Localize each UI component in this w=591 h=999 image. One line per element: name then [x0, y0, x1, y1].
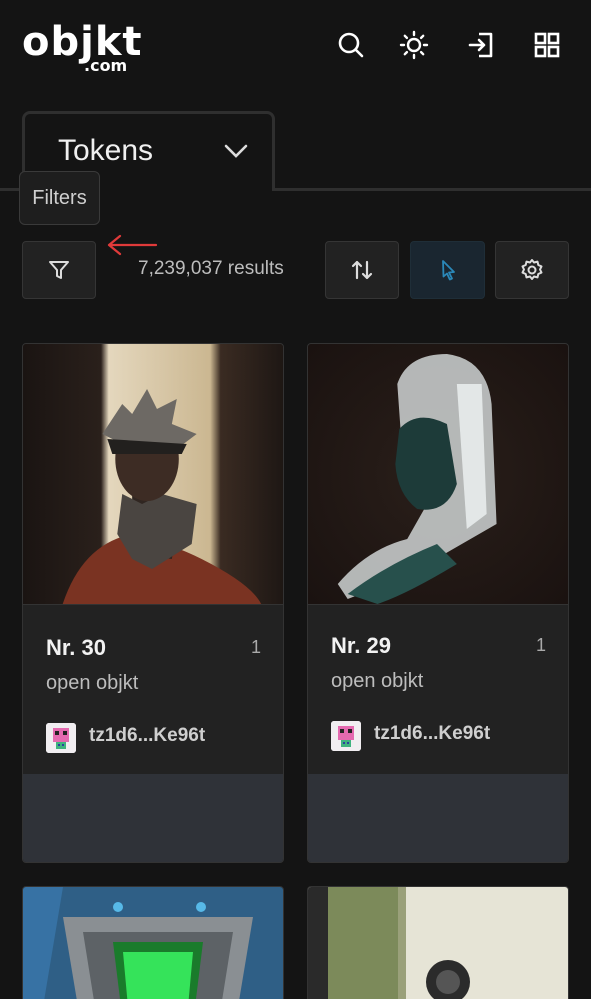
results-count: 7,239,037 results [138, 258, 284, 279]
filter-button[interactable] [22, 241, 96, 299]
token-info: Nr. 30 1 open objkt tz1d6...Ke96t [23, 604, 283, 774]
sort-button[interactable] [325, 241, 399, 299]
objkt-logo[interactable]: objkt .com [22, 20, 147, 75]
edition-count: 1 [535, 635, 546, 655]
settings-button[interactable] [495, 241, 569, 299]
creator-address[interactable]: tz1d6...Ke96t [374, 723, 490, 745]
gear-icon [521, 259, 543, 280]
sort-icon [351, 260, 373, 280]
select-mode-button[interactable] [410, 241, 485, 299]
token-image [23, 887, 283, 999]
cursor-icon [441, 260, 455, 281]
token-image [23, 344, 283, 604]
search-icon[interactable] [334, 28, 368, 62]
token-card[interactable] [22, 886, 284, 999]
tab-tokens-label: Tokens [58, 134, 154, 167]
token-image [308, 344, 568, 604]
filters-tooltip: Filters [19, 171, 100, 225]
token-type: open objkt [331, 670, 424, 692]
filter-icon [49, 261, 69, 279]
logo-domain: .com [84, 56, 128, 75]
creator-address[interactable]: tz1d6...Ke96t [89, 725, 205, 747]
apps-grid-icon[interactable] [530, 28, 564, 62]
avatar[interactable] [331, 721, 361, 751]
token-type: open objkt [46, 672, 139, 694]
avatar[interactable] [46, 723, 76, 753]
login-icon[interactable] [464, 28, 498, 62]
token-title[interactable]: Nr. 30 [46, 635, 106, 661]
arrow-annotation-icon [107, 234, 158, 256]
token-card[interactable]: Nr. 29 1 open objkt tz1d6...Ke96t [307, 343, 569, 863]
token-card-footer [308, 774, 568, 862]
theme-toggle-icon[interactable] [397, 28, 431, 62]
token-card[interactable] [307, 886, 569, 999]
token-card[interactable]: Nr. 30 1 open objkt tz1d6...Ke96t [22, 343, 284, 863]
chevron-down-icon[interactable] [222, 140, 250, 162]
edition-count: 1 [250, 637, 261, 657]
token-info: Nr. 29 1 open objkt tz1d6...Ke96t [308, 604, 568, 774]
token-card-footer [23, 774, 283, 862]
token-image [308, 887, 568, 999]
token-title[interactable]: Nr. 29 [331, 633, 391, 659]
